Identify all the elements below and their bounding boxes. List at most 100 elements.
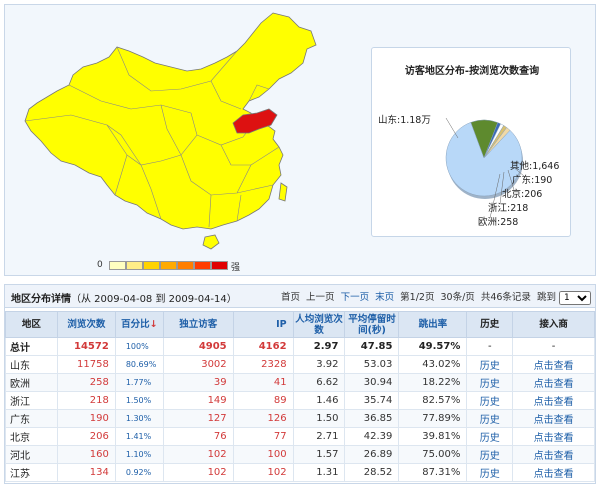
row-percent: 1.41% (114, 427, 164, 446)
row-ip: 4162 (232, 337, 294, 356)
pie-leader-line (445, 117, 459, 139)
legend-min-label: 0 (97, 260, 103, 270)
row-isp-link[interactable]: 点击查看 (512, 427, 595, 446)
col-ip[interactable]: IP (232, 311, 294, 338)
pager-first[interactable]: 首页 (281, 292, 300, 303)
row-ip: 77 (232, 427, 294, 446)
row-pageviews: 14572 (56, 337, 116, 356)
row-visitors: 39 (162, 373, 234, 392)
row-pageviews: 134 (56, 463, 116, 482)
row-visitors: 149 (162, 391, 234, 410)
row-avg-time: 28.52 (344, 463, 400, 482)
map-region-taiwan[interactable] (278, 182, 288, 202)
row-isp-link[interactable]: 点击查看 (512, 463, 595, 482)
pie-label-shandong: 山东:1.18万 (378, 115, 431, 126)
table-row: 河北 160 1.10% 102 100 1.57 26.89 75.00% 历史 点击查看 (5, 445, 595, 464)
pager-next[interactable]: 下一页 (341, 292, 370, 303)
col-percent[interactable]: 百分比↓ (114, 311, 164, 338)
row-avg-time: 35.74 (344, 391, 400, 410)
row-avg-pageviews: 6.62 (292, 373, 346, 392)
row-avg-time: 53.03 (344, 355, 400, 374)
pie-label-zhejiang: 浙江:218 (488, 203, 529, 214)
row-bounce: 77.89% (398, 409, 468, 428)
row-history-link[interactable]: 历史 (466, 355, 514, 374)
table-row: 江苏 134 0.92% 102 102 1.31 28.52 87.31% 历史 点击查看 (5, 463, 595, 482)
legend-max-label: 强 (231, 263, 241, 273)
legend-swatch (177, 261, 194, 270)
row-history-link[interactable]: 历史 (466, 427, 514, 446)
map-region-hainan[interactable] (202, 234, 220, 250)
col-pageviews[interactable]: 浏览次数 (56, 311, 116, 338)
table-row: 广东 190 1.30% 127 126 1.50 36.85 77.89% 历史 点击查看 (5, 409, 595, 428)
row-history-link[interactable]: 历史 (466, 391, 514, 410)
row-isp-link[interactable]: 点击查看 (512, 391, 595, 410)
pie-label-other: 其他:1,646 (510, 161, 560, 172)
legend-swatch (194, 261, 211, 270)
row-isp-link[interactable]: 点击查看 (512, 409, 595, 428)
pie-chart (445, 117, 525, 219)
col-percent-label: 百分比 (121, 319, 150, 330)
row-percent: 1.10% (114, 445, 164, 464)
col-avg-pageviews[interactable]: 人均浏览次数 (292, 311, 346, 338)
detail-header: 地区分布详情（从 2009-04-08 到 2009-04-14） 首页 上一页… (5, 285, 595, 308)
pager-total: 共46条记录 (480, 292, 531, 303)
row-avg-pageviews: 3.92 (292, 355, 346, 374)
pager-jump-select[interactable]: 1 (559, 291, 591, 305)
row-isp-link[interactable]: 点击查看 (512, 355, 595, 374)
china-map (11, 5, 341, 277)
row-ip: 100 (232, 445, 294, 464)
row-pageviews: 258 (56, 373, 116, 392)
row-history-link[interactable]: 历史 (466, 373, 514, 392)
row-bounce: 82.57% (398, 391, 468, 410)
row-isp-link[interactable]: 点击查看 (512, 373, 595, 392)
col-avg-time[interactable]: 平均停留时间(秒) (344, 311, 400, 338)
pager-prev[interactable]: 上一页 (306, 292, 335, 303)
col-visitors[interactable]: 独立访客 (162, 311, 234, 338)
col-isp: 接入商 (512, 311, 595, 338)
table-row: 浙江 218 1.50% 149 89 1.46 35.74 82.57% 历史 点击查看 (5, 391, 595, 410)
table-row: 北京 206 1.41% 76 77 2.71 42.39 39.81% 历史 点击查看 (5, 427, 595, 446)
row-region: 北京 (5, 427, 58, 446)
detail-table-body: 总计 14572 100% 4905 4162 2.97 47.85 49.57% - - 山东 11… (5, 337, 595, 482)
row-region: 河北 (5, 445, 58, 464)
row-pageviews: 190 (56, 409, 116, 428)
col-bounce[interactable]: 跳出率 (398, 311, 468, 338)
row-history-link[interactable]: 历史 (466, 445, 514, 464)
row-history-link[interactable]: 历史 (466, 463, 514, 482)
row-region: 山东 (5, 355, 58, 374)
row-avg-time: 26.89 (344, 445, 400, 464)
row-history-link: - (466, 337, 514, 356)
row-bounce: 49.57% (398, 337, 468, 356)
detail-title: 地区分布详情（从 2009-04-08 到 2009-04-14） (11, 290, 237, 305)
pager-page-info: 第1/2页 (400, 292, 435, 303)
row-percent: 100% (114, 337, 164, 356)
row-percent: 1.50% (114, 391, 164, 410)
pager-per-page: 30条/页 (440, 292, 475, 303)
legend-swatch (160, 261, 177, 270)
row-avg-pageviews: 1.57 (292, 445, 346, 464)
row-visitors: 3002 (162, 355, 234, 374)
row-avg-time: 30.94 (344, 373, 400, 392)
row-visitors: 102 (162, 463, 234, 482)
row-bounce: 39.81% (398, 427, 468, 446)
row-avg-pageviews: 1.50 (292, 409, 346, 428)
row-percent: 1.77% (114, 373, 164, 392)
row-avg-pageviews: 2.71 (292, 427, 346, 446)
row-pageviews: 206 (56, 427, 116, 446)
legend-swatch (143, 261, 160, 270)
pager-last[interactable]: 末页 (375, 292, 394, 303)
row-region: 江苏 (5, 463, 58, 482)
row-avg-time: 42.39 (344, 427, 400, 446)
row-region: 欧洲 (5, 373, 58, 392)
map-panel: 0 强 访客地区分布-按浏览次数查询 山东:1.18万 其他:1,646 广东:… (4, 4, 596, 276)
row-region: 广东 (5, 409, 58, 428)
row-avg-pageviews: 1.46 (292, 391, 346, 410)
legend-swatch (211, 261, 228, 270)
col-region: 地区 (5, 311, 58, 338)
row-isp-link[interactable]: 点击查看 (512, 445, 595, 464)
row-visitors: 127 (162, 409, 234, 428)
row-history-link[interactable]: 历史 (466, 409, 514, 428)
row-avg-time: 36.85 (344, 409, 400, 428)
row-region: 总计 (5, 337, 58, 356)
row-bounce: 43.02% (398, 355, 468, 374)
